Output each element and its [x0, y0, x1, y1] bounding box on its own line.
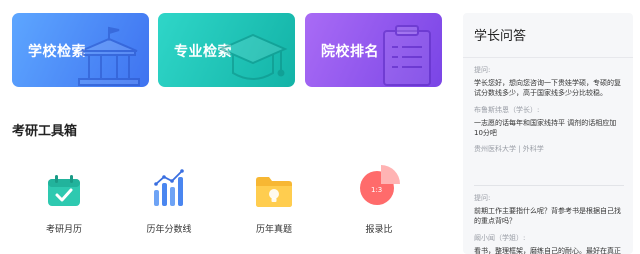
senior-qa-panel: 学长问答 提问: 学长您好，想向您咨询一下贵娃学硕，专硕的复试分数线多少，高于国… [463, 13, 633, 254]
tool-past-exams[interactable]: 历年真题 [234, 166, 314, 235]
question-text[interactable]: 学长您好，想向您咨询一下贵娃学硕，专硕的复试分数线多少，高于国家线多少分比较稳。 [474, 78, 624, 98]
rank-card[interactable]: 院校排名 [305, 13, 442, 87]
qa-item[interactable]: 提问: 学长您好，想向您咨询一下贵娃学硕，专硕的复试分数线多少，高于国家线多少分… [474, 65, 624, 154]
pie-chart-icon: 1:3 [360, 165, 400, 205]
tool-score-lines-label: 历年分数线 [146, 225, 192, 235]
major-search-card[interactable]: 专业检索 [158, 13, 295, 87]
tool-admission-ratio[interactable]: 1:3 报录比 [339, 165, 419, 235]
folder-bulb-icon [256, 177, 292, 207]
tools-section-title: 考研工具箱 [12, 124, 78, 139]
school-building-icon [78, 26, 140, 86]
graduation-cap-icon [218, 33, 288, 80]
bar-chart-icon [154, 169, 184, 206]
tool-admission-ratio-label: 报录比 [365, 225, 393, 235]
qa-item[interactable]: 提问: 前期工作主要指什么呢？背参考书是根据自己找的重点背吗？ 阚小闻（学姐）:… [474, 193, 624, 254]
tool-past-exams-label: 历年真题 [255, 225, 292, 235]
question-label: 提问: [474, 66, 491, 74]
answer-text: 看书，整理框架，磨练自己的耐心。最好在真正 [474, 247, 621, 254]
tool-exam-calendar-label: 考研月历 [45, 225, 82, 235]
answer-text: 一志愿的话每年和国家线持平 调剂的话相应加10分吧 [474, 119, 617, 137]
answerer-name: 布鲁斯纬恩（学长）: [474, 106, 540, 114]
tool-exam-calendar[interactable]: 考研月历 [24, 166, 104, 235]
school-search-card[interactable]: 学校检索 [12, 13, 149, 87]
question-label: 提问: [474, 194, 491, 202]
answerer-school: 贵州医科大学 | 外科学 [474, 145, 544, 153]
qa-panel-title: 学长问答 [474, 29, 527, 44]
qa-divider [474, 185, 624, 186]
rank-label: 院校排名 [321, 44, 379, 60]
pie-ratio-text: 1:3 [371, 186, 382, 194]
calendar-check-icon [48, 175, 80, 206]
answerer-name: 阚小闻（学姐）: [474, 234, 526, 242]
clipboard-icon [383, 25, 431, 86]
tool-score-lines[interactable]: 历年分数线 [129, 166, 209, 235]
question-text[interactable]: 前期工作主要指什么呢？背参考书是根据自己找的重点背吗？ [474, 206, 624, 226]
qa-title-divider [463, 57, 633, 58]
